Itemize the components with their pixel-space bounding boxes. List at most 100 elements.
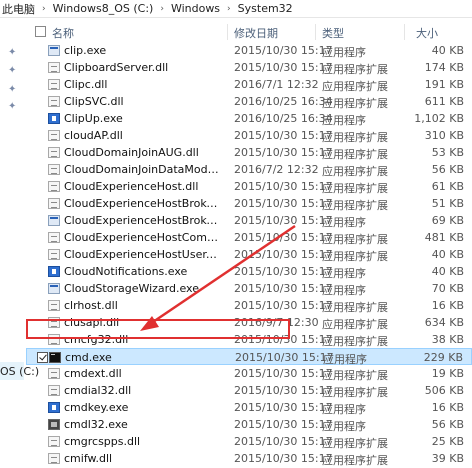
breadcrumb-item[interactable]: System32 xyxy=(236,2,295,15)
file-name: clip.exe xyxy=(64,44,107,57)
file-size: 611 KB xyxy=(424,95,464,108)
file-row[interactable]: CloudExperienceHostUser.dll 2015/10/30 15… xyxy=(26,246,472,263)
file-name: CloudDomainJoinAUG.dll xyxy=(64,146,199,159)
file-row[interactable]: Clipc.dll 2016/7/1 12:32 应用程序扩展 191 KB xyxy=(26,76,472,93)
file-row[interactable]: CloudDomainJoinAUG.dll 2015/10/30 15:17 应用… xyxy=(26,144,472,161)
file-name: CloudStorageWizard.exe xyxy=(64,282,199,295)
breadcrumb: 此电脑 › Windows8_OS (C:) › Windows › System32 xyxy=(0,0,472,18)
pin-icon[interactable]: ✦ xyxy=(8,66,18,76)
file-row[interactable]: clip.exe 2015/10/30 15:17 应用程序 40 KB xyxy=(26,42,472,59)
file-size: 174 KB xyxy=(424,61,464,74)
dll-file-icon xyxy=(48,300,60,311)
exe-file-icon xyxy=(48,402,60,413)
row-checkbox[interactable] xyxy=(37,352,48,363)
file-type: 应用程序扩展 xyxy=(322,97,388,110)
file-date: 2015/10/30 15:17 xyxy=(234,248,333,261)
file-size: 16 KB xyxy=(431,299,464,312)
file-row[interactable]: CloudNotifications.exe 2015/10/30 15:17 应用… xyxy=(26,263,472,280)
pin-icon[interactable]: ✦ xyxy=(8,48,18,58)
chevron-right-icon[interactable]: › xyxy=(155,4,169,14)
file-name: cmifw.dll xyxy=(64,452,113,465)
file-name: Clipc.dll xyxy=(64,78,108,91)
navigation-pane: ✦ ✦ ✦ ✦ OS (C:) xyxy=(0,18,39,431)
file-name: cmgrcspps.dll xyxy=(64,435,141,448)
exe-file-icon xyxy=(48,215,60,226)
file-type: 应用程序扩展 xyxy=(322,131,388,144)
file-row[interactable]: CloudExperienceHost.dll 2015/10/30 15:17 应… xyxy=(26,178,472,195)
file-size: 56 KB xyxy=(431,163,464,176)
file-row[interactable]: CloudExperienceHostBroker.dll 2015/10/30 … xyxy=(26,195,472,212)
file-size: 310 KB xyxy=(424,129,464,142)
file-type: 应用程序 xyxy=(322,284,366,297)
dll-file-icon xyxy=(48,385,60,396)
chevron-right-icon[interactable]: › xyxy=(37,4,51,14)
file-type: 应用程序扩展 xyxy=(322,199,388,212)
select-all-checkbox[interactable] xyxy=(35,26,46,37)
file-size: 51 KB xyxy=(431,197,464,210)
pin-icon[interactable]: ✦ xyxy=(8,102,18,112)
file-row[interactable]: CloudExperienceHostBroker.exe 2015/10/30 … xyxy=(26,212,472,229)
file-size: 19 KB xyxy=(431,367,464,380)
file-name: CloudDomainJoinDataModelServe... xyxy=(64,163,220,176)
file-row[interactable]: cloudAP.dll 2015/10/30 15:17 应用程序扩展 310 KB xyxy=(26,127,472,144)
column-name[interactable]: 名称 xyxy=(52,25,74,41)
column-header: 名称 修改日期 类型 大小 xyxy=(26,22,472,42)
file-size: 40 KB xyxy=(431,248,464,261)
dll-file-icon xyxy=(48,453,60,464)
file-type: 应用程序扩展 xyxy=(322,165,388,178)
dll-file-icon xyxy=(48,130,60,141)
pin-icon[interactable]: ✦ xyxy=(8,85,18,95)
file-row[interactable]: cmcfg32.dll 2015/10/30 15:17 应用程序扩展 38 KB xyxy=(26,331,472,348)
file-type: 应用程序扩展 xyxy=(322,369,388,382)
file-date: 2016/9/7 12:30 xyxy=(234,316,319,329)
dll-file-icon xyxy=(48,147,60,158)
chevron-right-icon[interactable]: › xyxy=(222,4,236,14)
dll-file-icon xyxy=(48,96,60,107)
file-row[interactable]: clrhost.dll 2015/10/30 15:17 应用程序扩展 16 KB xyxy=(26,297,472,314)
column-divider[interactable] xyxy=(315,24,316,40)
file-date: 2015/10/30 15:17 xyxy=(234,384,333,397)
file-size: 40 KB xyxy=(431,265,464,278)
column-divider[interactable] xyxy=(227,24,228,40)
file-name: ClipUp.exe xyxy=(64,112,123,125)
file-size: 16 KB xyxy=(431,401,464,414)
file-row[interactable]: cmdkey.exe 2015/10/30 15:17 应用程序 16 KB xyxy=(26,399,472,416)
file-row[interactable]: ClipUp.exe 2016/10/25 16:34 应用程序 1,102 KB xyxy=(26,110,472,127)
column-date[interactable]: 修改日期 xyxy=(234,25,278,41)
file-date: 2015/10/30 15:17 xyxy=(234,146,333,159)
file-row[interactable]: CloudExperienceHostCommon.dll 2015/10/30 … xyxy=(26,229,472,246)
file-size: 39 KB xyxy=(431,452,464,465)
file-date: 2015/10/30 15:17 xyxy=(234,265,333,278)
column-divider[interactable] xyxy=(404,24,405,40)
file-row[interactable]: CloudStorageWizard.exe 2015/10/30 15:17 应用… xyxy=(26,280,472,297)
file-date: 2016/10/25 16:34 xyxy=(234,95,333,108)
file-size: 70 KB xyxy=(431,282,464,295)
file-row[interactable]: CloudDomainJoinDataModelServe... 2016/7/2… xyxy=(26,161,472,178)
file-type: 应用程序扩展 xyxy=(322,318,388,331)
file-type: 应用程序扩展 xyxy=(322,182,388,195)
file-name: ClipSVC.dll xyxy=(64,95,124,108)
file-row[interactable]: clusapi.dll 2016/9/7 12:30 应用程序扩展 634 KB xyxy=(26,314,472,331)
file-name: cmdkey.exe xyxy=(64,401,129,414)
file-row[interactable]: ClipboardServer.dll 2015/10/30 15:17 应用程序扩… xyxy=(26,59,472,76)
file-row[interactable]: cmd.exe 2015/10/30 15:17 应用程序 229 KB xyxy=(26,348,472,366)
file-type: 应用程序 xyxy=(322,46,366,59)
breadcrumb-item[interactable]: Windows8_OS (C:) xyxy=(51,2,156,15)
file-row[interactable]: ClipSVC.dll 2016/10/25 16:34 应用程序扩展 611 KB xyxy=(26,93,472,110)
file-row[interactable]: cmifw.dll 2015/10/30 15:17 应用程序扩展 39 KB xyxy=(26,450,472,467)
file-name: cmcfg32.dll xyxy=(64,333,129,346)
dll-file-icon xyxy=(48,164,60,175)
file-name: CloudNotifications.exe xyxy=(64,265,188,278)
column-size[interactable]: 大小 xyxy=(416,25,438,41)
breadcrumb-item[interactable]: Windows xyxy=(169,2,222,15)
breadcrumb-item[interactable]: 此电脑 xyxy=(0,1,37,17)
column-type[interactable]: 类型 xyxy=(322,25,344,41)
file-row[interactable]: cmgrcspps.dll 2015/10/30 15:17 应用程序扩展 25 KB xyxy=(26,433,472,450)
file-row[interactable]: cmdial32.dll 2015/10/30 15:17 应用程序扩展 506 KB xyxy=(26,382,472,399)
file-date: 2015/10/30 15:17 xyxy=(234,333,333,346)
file-name: clrhost.dll xyxy=(64,299,118,312)
file-row[interactable]: cmdext.dll 2015/10/30 15:17 应用程序扩展 19 KB xyxy=(26,365,472,382)
file-row[interactable]: cmdl32.exe 2015/10/30 15:17 应用程序 56 KB xyxy=(26,416,472,433)
file-type: 应用程序 xyxy=(322,216,366,229)
file-type: 应用程序扩展 xyxy=(322,233,388,246)
